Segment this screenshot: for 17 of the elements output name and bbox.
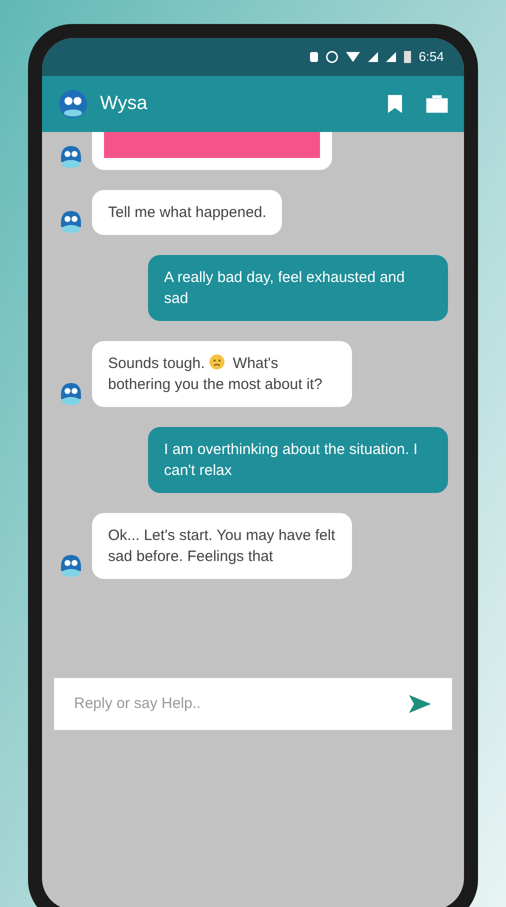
reply-field[interactable]: Reply or say Help.. [54, 678, 452, 730]
wifi-icon [346, 52, 360, 62]
send-icon[interactable] [408, 694, 432, 714]
bot-message: Tell me what happened. [92, 190, 282, 235]
bot-message: Sounds tough. What's bothering you the most about it? [92, 341, 352, 407]
reply-input-field[interactable]: Reply or say Help.. [74, 692, 400, 716]
user-message: I am overthinking about the situation. I can't relax [148, 427, 448, 493]
signal-icon [368, 52, 378, 62]
user-message: A really bad day, feel exhausted and sad [148, 255, 448, 321]
battery-icon [404, 51, 411, 63]
signal-icon [386, 52, 396, 62]
briefcase-icon[interactable] [426, 95, 448, 113]
bot-message: Ok... Let's start. You may have felt sad before. Feelings that [92, 513, 352, 579]
app-title: Wysa [100, 92, 148, 116]
bookmark-icon[interactable] [388, 95, 402, 113]
status-time: 6:54 [418, 48, 444, 66]
owl-logo-icon [58, 89, 88, 119]
